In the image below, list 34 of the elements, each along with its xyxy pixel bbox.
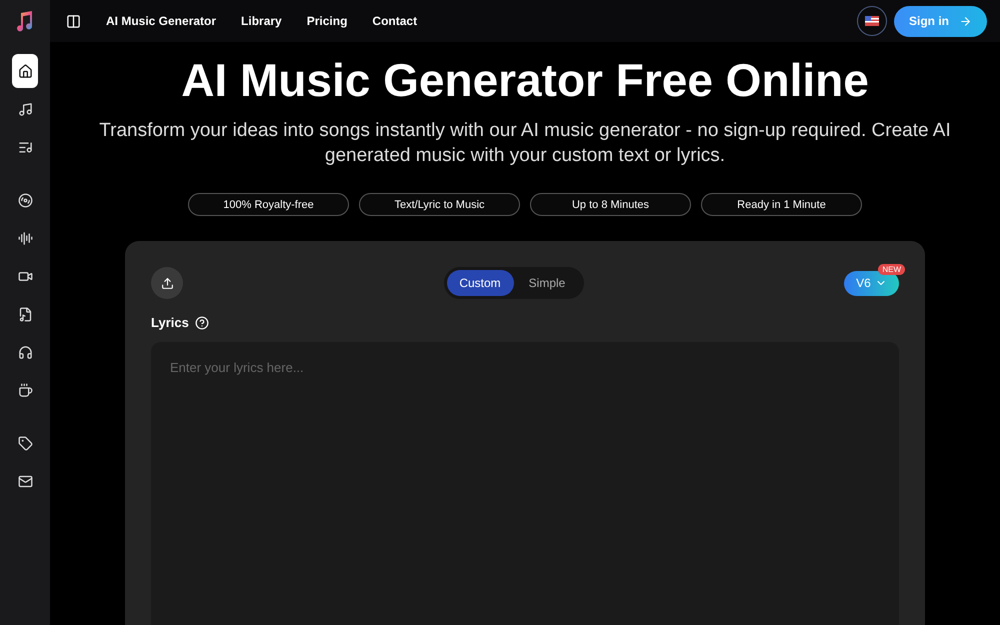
feature-chip: Text/Lyric to Music	[359, 193, 520, 216]
home-icon	[18, 64, 32, 78]
music-note-logo	[16, 10, 34, 32]
lyrics-field[interactable]: Enter your lyrics here...	[151, 342, 899, 625]
waveform-icon	[18, 230, 32, 246]
mail-icon	[18, 474, 32, 488]
headphones-icon	[18, 344, 32, 360]
feature-chip: Ready in 1 Minute	[701, 193, 862, 216]
disc-icon	[18, 192, 32, 208]
language-button[interactable]	[857, 6, 887, 36]
mode-tab[interactable]: Custom	[446, 270, 514, 296]
music-note-icon	[18, 102, 32, 116]
page-title: AI Music Generator Free Online	[181, 53, 869, 108]
feature-chip: Up to 8 Minutes	[530, 193, 691, 216]
sidebar-toggle-icon[interactable]	[66, 14, 81, 28]
mode-tab[interactable]: Simple	[514, 270, 580, 296]
music-list-icon	[18, 140, 32, 154]
arrow-right-icon	[959, 14, 972, 28]
upload-icon	[160, 276, 174, 290]
new-badge: NEW	[878, 264, 905, 274]
nav-link[interactable]: Contact	[372, 14, 418, 28]
flag-icon	[865, 16, 879, 26]
help-icon[interactable]	[194, 316, 209, 330]
tag-icon	[18, 436, 32, 450]
feature-chip: 100% Royalty-free	[188, 193, 349, 216]
nav-link[interactable]: Pricing	[306, 14, 348, 28]
coffee-cup-icon	[18, 382, 32, 398]
music-file-icon	[18, 306, 32, 322]
subtitle: Transform your ideas into songs instantly with our AI music generator - no sign-up required. Create AI generated music with your custom text or lyrics.	[98, 119, 952, 168]
nav-link[interactable]: AI Music Generator	[106, 14, 216, 28]
sidebar-item[interactable]	[12, 54, 38, 88]
lyrics-label: Lyrics	[151, 315, 189, 330]
nav-link[interactable]: Library	[241, 14, 282, 28]
upload-button[interactable]	[151, 267, 183, 299]
